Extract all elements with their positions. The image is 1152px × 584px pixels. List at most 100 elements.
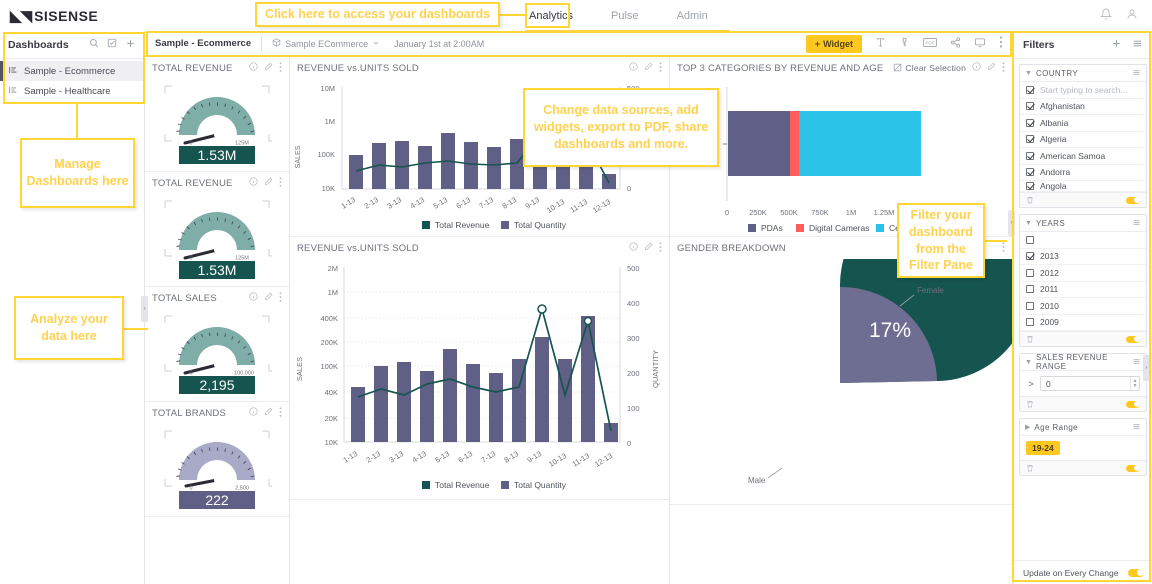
pie-label-female: Female (917, 286, 944, 295)
data-point-marker (583, 316, 593, 326)
widget-header: TOTAL BRANDS (145, 402, 289, 424)
svg-text:1M: 1M (325, 117, 335, 126)
svg-text:100: 100 (627, 404, 640, 413)
svg-text:100K: 100K (320, 362, 338, 371)
info-icon[interactable] (249, 292, 258, 304)
svg-text:10-13: 10-13 (547, 451, 568, 469)
svg-text:4-13: 4-13 (411, 449, 429, 465)
svg-text:400: 400 (627, 299, 640, 308)
svg-text:8-13: 8-13 (501, 195, 519, 211)
info-icon[interactable] (249, 62, 258, 74)
chart-revenue-units-2[interactable]: SALES QUANTITY 2M 1M 400K 200K 100K 40K 20K 1… (290, 259, 670, 494)
gauge-max-label: 100,000 (234, 371, 254, 377)
callout-analyze-data: Analyze your data here (14, 296, 124, 360)
gauge-chart-total-revenue-2: 0 125M 1.53M (145, 194, 289, 280)
gauge-value: 1.53M (198, 262, 237, 278)
more-vertical-icon[interactable] (1002, 61, 1005, 75)
y2-axis-ticks: 500 400 300 200 100 0 (627, 264, 640, 448)
sisense-logo[interactable]: ◣◥ SISENSE (10, 7, 98, 25)
info-icon[interactable] (629, 62, 638, 74)
highlight-dashboard-toolbar (146, 31, 1012, 57)
svg-text:11-13: 11-13 (570, 451, 591, 469)
svg-text:200: 200 (627, 369, 640, 378)
clear-selection-button[interactable]: Clear Selection (893, 63, 966, 74)
callout-line-1 (498, 14, 527, 16)
svg-text:200K: 200K (320, 338, 338, 347)
y-axis-ticks: 10M 1M 100K 10K (317, 84, 335, 193)
y-axis-label: SALES (295, 357, 304, 381)
widget-title: TOP 3 CATEGORIES BY REVENUE AND AGE (677, 62, 884, 74)
info-icon[interactable] (249, 407, 258, 419)
svg-text:Total Revenue: Total Revenue (435, 220, 490, 230)
top-bar: ◣◥ SISENSE Analytics Pulse Admin (0, 0, 1152, 31)
edit-icon[interactable] (264, 292, 273, 304)
info-icon[interactable] (629, 242, 638, 254)
x-axis-ticks: 1-13 2-13 3-13 4-13 5-13 6-13 7-13 8-13 … (340, 195, 613, 215)
svg-text:1.25M: 1.25M (874, 208, 895, 217)
bar-segment-pdas (728, 111, 790, 176)
chart-legend: Total Revenue Total Quantity (422, 220, 567, 230)
more-vertical-icon[interactable] (1002, 241, 1005, 255)
gauge-max-label: 125M (235, 141, 249, 147)
svg-text:40K: 40K (325, 388, 338, 397)
edit-icon[interactable] (264, 407, 273, 419)
svg-text:750K: 750K (811, 208, 829, 217)
gauge-value: 1.53M (198, 147, 237, 163)
y2-axis-label: QUANTITY (651, 350, 660, 388)
more-vertical-icon[interactable] (279, 61, 282, 75)
edit-icon[interactable] (644, 62, 653, 74)
collapse-handle-left[interactable]: ‹ (141, 296, 148, 322)
widget-total-brands: TOTAL BRANDS 0 2,500 222 (145, 402, 289, 517)
svg-text:11-13: 11-13 (568, 197, 589, 215)
info-icon[interactable] (972, 62, 981, 74)
svg-text:100K: 100K (317, 150, 335, 159)
gauge-max-label: 125M (235, 256, 249, 262)
widget-header: TOP 3 CATEGORIES BY REVENUE AND AGE Clea… (670, 57, 1012, 79)
callout-manage-dashboards: Manage Dashboards here (20, 138, 135, 208)
more-vertical-icon[interactable] (279, 291, 282, 305)
edit-icon[interactable] (264, 62, 273, 74)
bell-icon[interactable] (1100, 8, 1112, 20)
pie-label-male: Male (748, 476, 766, 485)
callout-line-3 (122, 328, 148, 330)
user-icon[interactable] (1126, 8, 1138, 20)
more-vertical-icon[interactable] (659, 61, 662, 75)
edit-icon[interactable] (644, 242, 653, 254)
callout-text: Change data sources, add widgets, export… (533, 103, 709, 151)
info-icon[interactable] (249, 177, 258, 189)
gauge-max-label: 2,500 (235, 486, 249, 492)
svg-text:20K: 20K (325, 414, 338, 423)
callout-text: Analyze your data here (30, 312, 108, 343)
more-vertical-icon[interactable] (279, 176, 282, 190)
widget-title: TOTAL REVENUE (152, 177, 233, 189)
widget-header: REVENUE vs.UNITS SOLD (290, 237, 669, 259)
edit-icon[interactable] (987, 62, 996, 74)
tab-pulse[interactable]: Pulse (607, 4, 643, 28)
svg-text:400K: 400K (320, 314, 338, 323)
highlight-filters-panel (1012, 31, 1151, 582)
svg-text:7-13: 7-13 (480, 449, 498, 465)
edit-icon[interactable] (264, 177, 273, 189)
pie-label-female-pct: 17% (869, 319, 911, 342)
gauge-min-label: 0 (189, 486, 192, 492)
tab-admin[interactable]: Admin (673, 4, 712, 28)
gauge-chart-total-brands: 0 2,500 222 (145, 424, 289, 510)
svg-text:Digital Cameras: Digital Cameras (809, 223, 869, 233)
highlight-analytics-tab (525, 3, 570, 28)
svg-text:300: 300 (627, 334, 640, 343)
more-vertical-icon[interactable] (659, 241, 662, 255)
chart-gender-breakdown[interactable]: 17% 83% Female Male (670, 189, 1032, 499)
widget-revenue-units-2: REVENUE vs.UNITS SOLD SALES QUANTITY 2M 1… (290, 237, 669, 500)
svg-text:7-13: 7-13 (478, 195, 496, 211)
svg-text:PDAs: PDAs (761, 223, 783, 233)
svg-text:Total Quantity: Total Quantity (514, 480, 567, 490)
bar-segment-digital-cameras (790, 111, 799, 176)
widget-total-revenue-2: TOTAL REVENUE 0 125M 1.53M (145, 172, 289, 287)
callout-access-dashboards: Click here to access your dashboards (255, 2, 500, 27)
svg-text:12-13: 12-13 (591, 197, 612, 215)
highlight-dashboards-panel (3, 32, 145, 104)
more-vertical-icon[interactable] (279, 406, 282, 420)
callout-line-2 (76, 104, 78, 138)
gauge-min-label: 0 (189, 141, 192, 147)
svg-text:9-13: 9-13 (526, 449, 544, 465)
